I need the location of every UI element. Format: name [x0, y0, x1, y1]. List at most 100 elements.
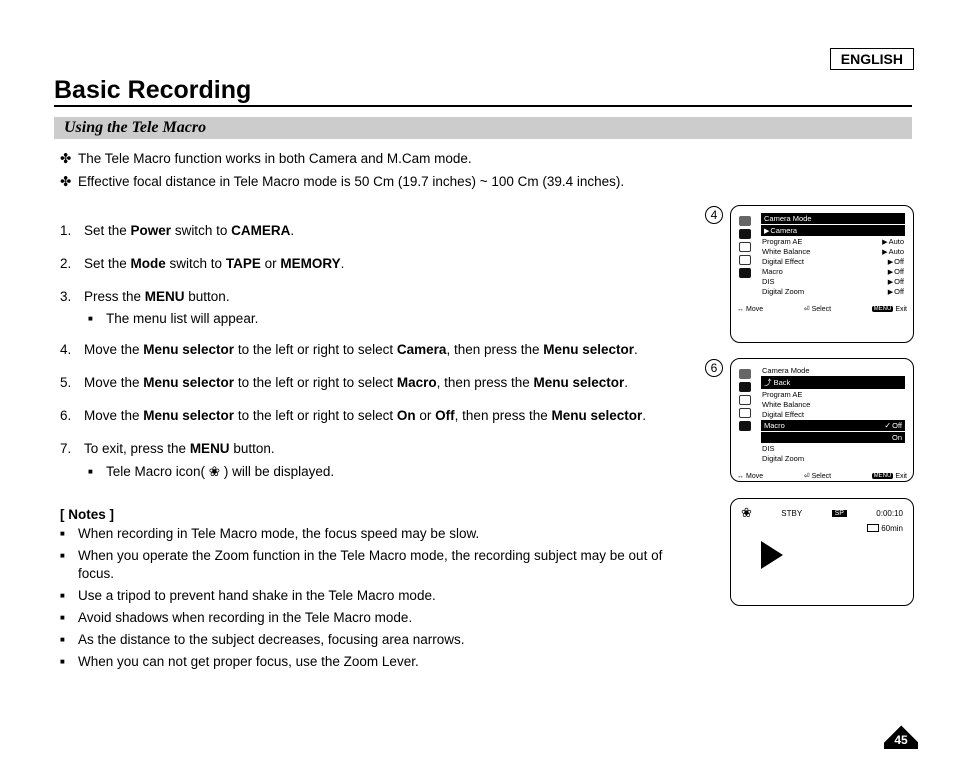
step-text: To exit, press the MENU button.	[84, 440, 275, 459]
page-title: Basic Recording	[54, 76, 251, 105]
play-arrow-icon	[761, 541, 783, 569]
move-icon: ↔	[737, 473, 744, 480]
menu-row: DIS▶Off	[761, 277, 905, 286]
select-icon: ⏎	[804, 472, 810, 480]
step-item: 7.To exit, press the MENU button.	[60, 440, 680, 459]
menu-row: Digital Effect	[761, 410, 905, 419]
step-number: 6.	[60, 407, 84, 426]
panel4-camera-row: ▶Camera	[761, 225, 905, 236]
panel-nav: ↔Move ⏎Select MENUExit	[731, 305, 913, 317]
notes-list: ■When recording in Tele Macro mode, the …	[60, 525, 680, 672]
menu-row: White Balance▶Auto	[761, 247, 905, 256]
square-bullet-icon: ■	[88, 310, 106, 329]
step-text: Move the Menu selector to the left or ri…	[84, 374, 628, 393]
menu-row: Digital Zoom	[761, 454, 905, 463]
panel6-header: Camera Mode	[761, 366, 905, 375]
note-item: ■Avoid shadows when recording in the Tel…	[60, 609, 680, 628]
sp-badge: SP	[832, 510, 847, 517]
step-item: 1.Set the Power switch to CAMERA.	[60, 222, 680, 241]
note-item: ■As the distance to the subject decrease…	[60, 631, 680, 650]
step-number: 3.	[60, 288, 84, 307]
step-item: 4.Move the Menu selector to the left or …	[60, 341, 680, 360]
step-text: Move the Menu selector to the left or ri…	[84, 341, 638, 360]
step-subtext: Tele Macro icon( ❀ ) will be displayed.	[106, 463, 334, 482]
step-text: Set the Mode switch to TAPE or MEMORY.	[84, 255, 344, 274]
panel-icon-column	[739, 216, 751, 278]
tape-icon	[739, 395, 751, 405]
square-bullet-icon: ■	[88, 463, 106, 482]
note-item: ■When you operate the Zoom function in t…	[60, 547, 680, 585]
menu-pill-icon: MENU	[872, 473, 894, 479]
step-subitem: ■Tele Macro icon( ❀ ) will be displayed.	[88, 463, 680, 482]
step-number: 1.	[60, 222, 84, 241]
bullet-icon: ✤	[60, 173, 78, 192]
screen-panel-6: 6 Camera Mode ⤴ Back Program AEWhite Bal…	[730, 358, 914, 482]
step-ref-4: 4	[705, 206, 723, 224]
move-icon: ↔	[737, 306, 744, 313]
step-number: 7.	[60, 440, 84, 459]
content-column: ✤The Tele Macro function works in both C…	[60, 150, 680, 675]
tape-icon	[739, 242, 751, 252]
screen-panel-status: ❀ STBY SP 0:00:10 60min	[730, 498, 914, 606]
remaining-time: 60min	[881, 524, 903, 533]
step-number: 2.	[60, 255, 84, 274]
cassette-icon	[867, 524, 879, 532]
flower-icon: ❀	[741, 505, 752, 521]
step-item: 6.Move the Menu selector to the left or …	[60, 407, 680, 426]
memory-icon	[739, 255, 751, 265]
step-text: Press the MENU button.	[84, 288, 230, 307]
square-bullet-icon: ■	[60, 525, 78, 544]
settings-icon	[739, 268, 751, 278]
intro-text: The Tele Macro function works in both Ca…	[78, 150, 472, 169]
step-list: 1.Set the Power switch to CAMERA.2.Set t…	[60, 222, 680, 482]
menu-row: Digital Zoom▶Off	[761, 287, 905, 296]
note-item: ■When you can not get proper focus, use …	[60, 653, 680, 672]
square-bullet-icon: ■	[60, 547, 78, 585]
menu-row: Digital Effect▶Off	[761, 257, 905, 266]
timecode: 0:00:10	[876, 509, 903, 518]
language-label: ENGLISH	[830, 48, 914, 70]
square-bullet-icon: ■	[60, 631, 78, 650]
note-item: ■When recording in Tele Macro mode, the …	[60, 525, 680, 544]
note-text: When recording in Tele Macro mode, the f…	[78, 525, 479, 544]
notes-heading: [ Notes ]	[60, 506, 680, 525]
intro-text: Effective focal distance in Tele Macro m…	[78, 173, 624, 192]
note-text: Avoid shadows when recording in the Tele…	[78, 609, 412, 628]
step-text: Move the Menu selector to the left or ri…	[84, 407, 646, 426]
note-text: As the distance to the subject decreases…	[78, 631, 464, 650]
camera-icon	[739, 229, 751, 239]
square-bullet-icon: ■	[60, 609, 78, 628]
screen-panel-4: 4 Camera Mode ▶Camera Program AE▶AutoWhi…	[730, 205, 914, 343]
note-text: When you operate the Zoom function in th…	[78, 547, 680, 585]
intro-bullets: ✤The Tele Macro function works in both C…	[60, 150, 680, 192]
camera-mode-icon	[739, 216, 751, 226]
settings-icon	[739, 421, 751, 431]
stby-label: STBY	[781, 509, 802, 518]
memory-icon	[739, 408, 751, 418]
step-ref-6: 6	[705, 359, 723, 377]
step-number: 4.	[60, 341, 84, 360]
square-bullet-icon: ■	[60, 653, 78, 672]
menu-pill-icon: MENU	[872, 306, 894, 312]
section-heading: Using the Tele Macro	[54, 117, 912, 139]
step-item: 5.Move the Menu selector to the left or …	[60, 374, 680, 393]
camera-icon	[739, 382, 751, 392]
bullet-icon: ✤	[60, 150, 78, 169]
select-icon: ⏎	[804, 305, 810, 313]
step-subitem: ■The menu list will appear.	[88, 310, 680, 329]
step-text: Set the Power switch to CAMERA.	[84, 222, 294, 241]
step-subtext: The menu list will appear.	[106, 310, 258, 329]
panel6-on-row: On	[761, 432, 905, 443]
step-number: 5.	[60, 374, 84, 393]
note-item: ■Use a tripod to prevent hand shake in t…	[60, 587, 680, 606]
panel6-macro-row: Macro ✓Off	[761, 420, 905, 431]
menu-row: DIS	[761, 444, 905, 453]
panel6-back-row: ⤴ Back	[761, 376, 905, 389]
note-text: Use a tripod to prevent hand shake in th…	[78, 587, 436, 606]
step-item: 2.Set the Mode switch to TAPE or MEMORY.	[60, 255, 680, 274]
note-text: When you can not get proper focus, use t…	[78, 653, 419, 672]
camera-mode-icon	[739, 369, 751, 379]
menu-row: Program AE▶Auto	[761, 237, 905, 246]
menu-row: White Balance	[761, 400, 905, 409]
title-rule	[54, 105, 912, 107]
